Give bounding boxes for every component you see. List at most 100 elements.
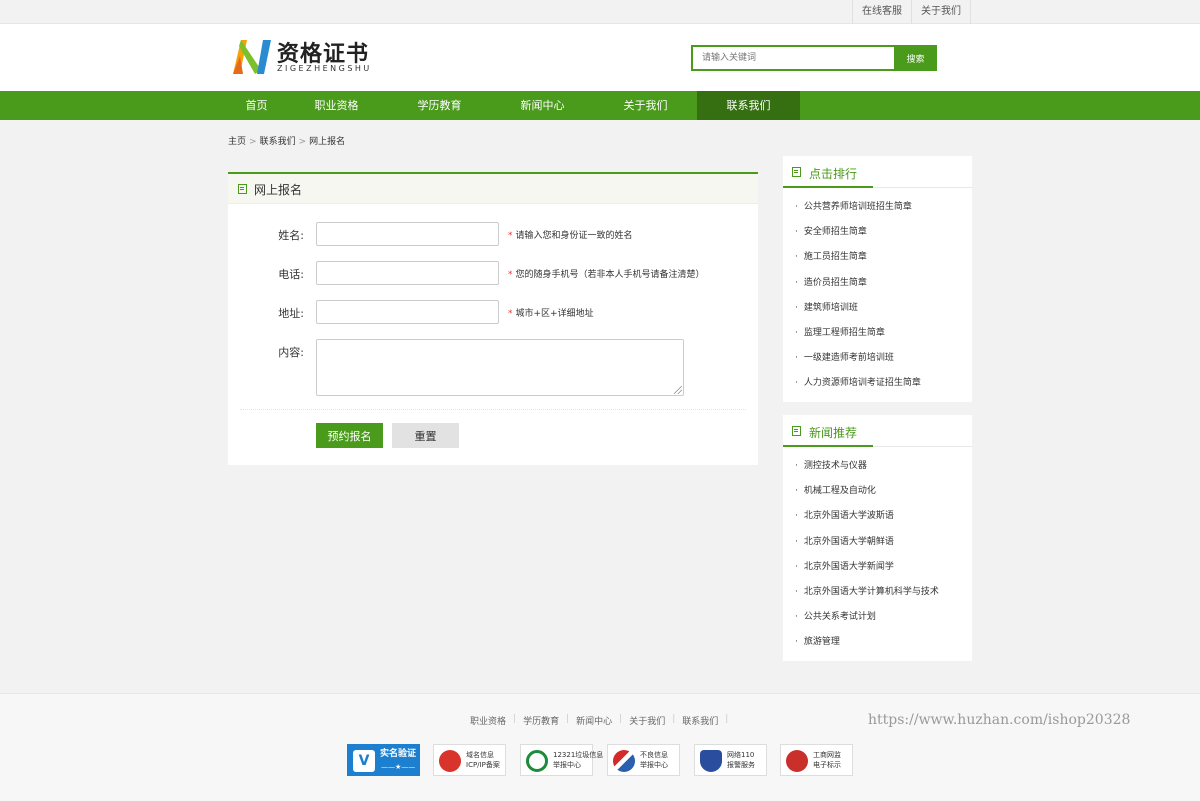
list-item[interactable]: 北京外国语大学计算机科学与技术 xyxy=(783,580,972,605)
address-hint-text: 城市+区+详细地址 xyxy=(515,309,594,319)
police-shield-icon xyxy=(700,750,722,772)
badge-line1: 域名信息 xyxy=(466,751,494,759)
nav-item-news[interactable]: 新闻中心 xyxy=(491,91,594,120)
list-item[interactable]: 机械工程及自动化 xyxy=(783,479,972,504)
content-label: 内容: xyxy=(278,346,304,359)
resize-grip-icon[interactable] xyxy=(674,386,682,394)
logo-mark-icon xyxy=(233,40,271,74)
address-input[interactable] xyxy=(316,300,499,324)
top-link-online-service[interactable]: 在线客服 xyxy=(852,0,911,24)
name-label: 姓名: xyxy=(278,229,304,242)
address-label: 地址: xyxy=(278,307,304,320)
badge-stars: ——★—— xyxy=(381,763,416,771)
phone-hint: * 您的随身手机号（若非本人手机号请备注清楚） xyxy=(508,267,705,280)
content-textarea[interactable] xyxy=(316,339,684,396)
badge-commerce[interactable]: 工商网监 电子标示 xyxy=(780,744,853,776)
header-underline xyxy=(783,445,873,447)
list-item[interactable]: 人力资源师培训考证招生简章 xyxy=(783,371,972,396)
form-header: 网上报名 xyxy=(228,174,758,204)
ranking-header: 点击排行 xyxy=(783,156,972,188)
list-item[interactable]: 北京外国语大学波斯语 xyxy=(783,504,972,529)
badge-line2: 电子标示 xyxy=(813,761,841,769)
phone-input[interactable] xyxy=(316,261,499,285)
footer: 职业资格 | 学历教育 | 新闻中心 | 关于我们 | 联系我们 | https://ww… xyxy=(0,693,1200,801)
list-icon xyxy=(792,426,801,436)
footer-links: 职业资格 | 学历教育 | 新闻中心 | 关于我们 | 联系我们 | xyxy=(463,714,728,727)
site-logo[interactable]: 资格证书 ZIGEZHENGSHU xyxy=(231,34,381,84)
nav-item-education[interactable]: 学历教育 xyxy=(388,91,491,120)
footer-link-qualification[interactable]: 职业资格 xyxy=(463,714,513,727)
nav-item-home[interactable]: 首页 xyxy=(228,91,285,120)
badge-line1: 不良信息 xyxy=(640,751,668,759)
swoosh-icon xyxy=(613,750,635,772)
phone-hint-text: 您的随身手机号（若非本人手机号请备注清楚） xyxy=(515,270,705,280)
news-title: 新闻推荐 xyxy=(809,426,858,440)
phone-label: 电话: xyxy=(278,268,304,281)
main-nav: 首页 职业资格 学历教育 新闻中心 关于我们 联系我们 xyxy=(0,91,1200,120)
watermark: https://www.huzhan.com/ishop20328 xyxy=(868,712,1131,728)
badge-line2: 报警服务 xyxy=(727,761,755,769)
badge-line2: 举报中心 xyxy=(553,761,581,769)
list-item[interactable]: 测控技术与仪器 xyxy=(783,454,972,479)
signup-form-panel: 网上报名 姓名: * 请输入您和身份证一致的姓名 电话: * 您的随身手机号（若非本… xyxy=(228,172,758,465)
badge-line1: 网络110 xyxy=(727,751,755,759)
header-underline xyxy=(783,186,873,188)
footer-link-education[interactable]: 学历教育 xyxy=(516,714,566,727)
news-header: 新闻推荐 xyxy=(783,415,972,447)
commerce-emblem-icon xyxy=(786,750,808,772)
reset-button[interactable]: 重置 xyxy=(392,423,459,448)
breadcrumb-home[interactable]: 主页 xyxy=(228,137,246,147)
form-title: 网上报名 xyxy=(254,183,303,197)
list-icon xyxy=(238,184,247,194)
search-button[interactable]: 搜索 xyxy=(894,45,937,71)
search-bar: 搜索 xyxy=(691,45,937,71)
badge-line1: 12321垃圾信息 xyxy=(553,751,604,759)
top-link-about[interactable]: 关于我们 xyxy=(911,0,971,24)
ranking-title: 点击排行 xyxy=(809,167,858,181)
list-item[interactable]: 建筑师培训班 xyxy=(783,296,972,321)
required-mark: * xyxy=(508,270,513,280)
list-item[interactable]: 公共关系考试计划 xyxy=(783,605,972,630)
report-z-icon xyxy=(526,750,548,772)
logo-subtitle: ZIGEZHENGSHU xyxy=(277,64,372,73)
list-item[interactable]: 北京外国语大学新闻学 xyxy=(783,555,972,580)
required-mark: * xyxy=(508,309,513,319)
breadcrumb: 主页 > 联系我们 > 网上报名 xyxy=(228,134,345,147)
badge-icp[interactable]: 域名信息 ICP/IP备案 xyxy=(433,744,506,776)
nav-item-about[interactable]: 关于我们 xyxy=(594,91,697,120)
list-item[interactable]: 监理工程师招生简章 xyxy=(783,321,972,346)
nav-item-qualification[interactable]: 职业资格 xyxy=(285,91,388,120)
divider xyxy=(240,409,746,410)
list-item[interactable]: 施工员招生简章 xyxy=(783,245,972,270)
list-item[interactable]: 安全师招生简章 xyxy=(783,220,972,245)
name-input[interactable] xyxy=(316,222,499,246)
list-item[interactable]: 旅游管理 xyxy=(783,630,972,655)
header: 资格证书 ZIGEZHENGSHU 搜索 xyxy=(0,24,1200,91)
required-mark: * xyxy=(508,231,513,241)
footer-link-news[interactable]: 新闻中心 xyxy=(569,714,619,727)
badge-police[interactable]: 网络110 报警服务 xyxy=(694,744,767,776)
badge-line2: ICP/IP备案 xyxy=(466,761,500,769)
breadcrumb-separator: > xyxy=(298,137,307,147)
list-item[interactable]: 北京外国语大学朝鲜语 xyxy=(783,530,972,555)
breadcrumb-contact[interactable]: 联系我们 xyxy=(260,137,296,147)
nav-item-contact[interactable]: 联系我们 xyxy=(697,91,800,120)
badge-12321[interactable]: 12321垃圾信息 举报中心 xyxy=(520,744,603,776)
badge-line2: 举报中心 xyxy=(640,761,668,769)
list-item[interactable]: 公共营养师培训班招生简章 xyxy=(783,195,972,220)
footer-link-contact[interactable]: 联系我们 xyxy=(675,714,725,727)
badge-text: 实名验证 xyxy=(380,749,417,759)
top-bar: 在线客服 关于我们 xyxy=(0,0,1200,24)
top-links: 在线客服 关于我们 xyxy=(852,0,971,24)
national-emblem-icon xyxy=(439,750,461,772)
sidebar-news: 新闻推荐 测控技术与仪器 机械工程及自动化 北京外国语大学波斯语 北京外国语大学… xyxy=(783,415,972,661)
footer-link-about[interactable]: 关于我们 xyxy=(622,714,672,727)
list-item[interactable]: 一级建造师考前培训班 xyxy=(783,346,972,371)
address-hint: * 城市+区+详细地址 xyxy=(508,306,594,319)
search-input[interactable] xyxy=(691,45,894,71)
badge-text: 网络110 报警服务 xyxy=(727,750,755,770)
submit-button[interactable]: 预约报名 xyxy=(316,423,383,448)
badge-bad-info[interactable]: 不良信息 举报中心 xyxy=(607,744,680,776)
list-item[interactable]: 造价员招生简章 xyxy=(783,271,972,296)
badge-real-name[interactable]: V 实名验证 ——★—— xyxy=(347,744,420,776)
